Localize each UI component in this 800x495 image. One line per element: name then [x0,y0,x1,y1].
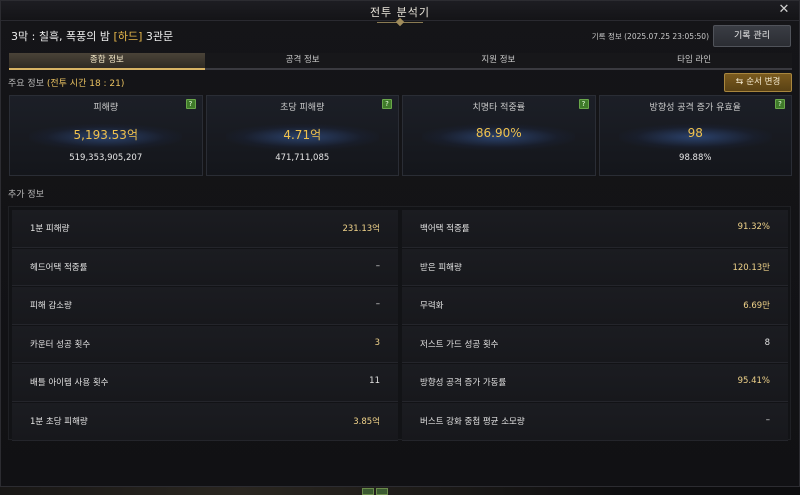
stat-value: – [765,414,770,425]
card-sub-value: 98.88% [679,153,712,163]
stat-label: 무력화 [420,301,444,312]
tab-overview[interactable]: 종합 정보 [9,53,205,70]
help-icon[interactable]: ? [382,99,392,109]
stat-row: 저스트 가드 성공 횟수 8 [402,325,788,364]
tab-attack[interactable]: 공격 정보 [204,53,401,70]
stat-value: 3 [374,337,380,348]
stat-row: 방향성 공격 증가 가동률 95.41% [402,364,788,402]
help-icon[interactable]: ? [578,99,589,109]
tab-bar: 종합 정보 공격 정보 지원 정보 타임 라인 [9,53,792,70]
stat-label: 피해 감소량 [30,301,72,312]
extra-info-grid: 1분 피해량 231.13억 백어택 적중률 91.32% 헤드어택 적중률 – 받은… [12,210,788,441]
stat-row: 버스트 강화 중첩 평균 소모량 – [402,402,788,441]
stat-row: 카운터 성공 횟수 3 [12,325,398,364]
stat-value: 3.85억 [353,416,380,427]
stat-value: 95.41% [737,376,770,387]
difficulty-label: [하드] [113,30,143,43]
stat-row: 1분 초당 피해량 3.85억 [12,402,398,441]
card-dps: 초당 피해량 ? 4.71억 471,711,085 [205,95,399,176]
stat-row: 무력화 6.69만 [402,287,788,325]
extra-info-label: 추가 정보 [8,190,44,200]
stat-row: 피해 감소량 – [12,287,398,325]
stat-value: 91.32% [737,222,770,232]
stat-row: 배틀 아이템 사용 횟수 11 [12,364,398,402]
stat-label: 헤드어택 적중률 [30,262,88,273]
battle-time: (전투 시간 18 : 21) [46,79,125,89]
stage-prefix: 3막 : 칠흑, 폭풍의 밤 [11,30,114,43]
title-bar[interactable]: 전투 분석기 ✕ [1,1,799,23]
tab-support[interactable]: 지원 정보 [400,53,597,70]
header-row: 3막 : 칠흑, 폭풍의 밤 [하드] 3관문 기록 정보 (2025.07.2… [1,21,799,51]
stat-row: 1분 피해량 231.13억 [12,210,398,248]
stat-value: – [375,299,380,310]
main-info-label: 주요 정보 [8,79,44,89]
stat-label: 1분 피해량 [30,224,70,234]
stat-value: 8 [764,337,770,348]
card-main-value: 98 [687,126,703,140]
stat-value: – [375,260,380,271]
card-caption: 치명타 적중률 [472,103,526,113]
indicator-icon [376,488,388,495]
summary-cards: 피해량 ? 5,193.53억 519,353,905,207 초당 피해량 ?… [9,95,792,176]
record-info: 기록 정보 (2025.07.25 23:05:50) [591,32,709,41]
main-info-heading: 주요 정보 (전투 시간 18 : 21) [8,76,124,89]
bottom-indicator-icons [362,488,388,495]
close-button[interactable]: ✕ [777,3,791,17]
stat-label: 배틀 아이템 사용 횟수 [30,378,109,389]
stat-value: 6.69만 [743,301,770,312]
card-main-value: 86.90% [475,126,522,140]
card-directional-efficiency: 방향성 공격 증가 유효율 ? 98 98.88% [598,95,792,176]
card-caption: 초당 피해량 [280,103,325,113]
extra-info-panel: 1분 피해량 231.13억 백어택 적중률 91.32% 헤드어택 적중률 – 받은… [8,206,791,441]
record-manage-button[interactable]: 기록 관리 [713,25,791,47]
card-crit-rate: 치명타 적중률 ? 86.90% [402,95,596,176]
stat-label: 받은 피해량 [420,262,462,273]
stat-label: 저스트 가드 성공 횟수 [420,339,499,350]
stat-value: 231.13억 [342,224,380,234]
card-damage: 피해량 ? 5,193.53억 519,353,905,207 [9,95,203,176]
card-main-value: 5,193.53억 [73,128,138,142]
card-sub-value: 471,711,085 [275,153,330,163]
indicator-icon [362,488,374,495]
stage-title: 3막 : 칠흑, 폭풍의 밤 [하드] 3관문 [11,28,173,44]
stat-label: 1분 초당 피해량 [30,416,88,427]
stat-row: 백어택 적중률 91.32% [402,210,788,248]
order-change-button[interactable]: ⇆ 순서 변경 [724,73,792,92]
stat-label: 버스트 강화 중첩 평균 소모량 [420,416,525,427]
stat-label: 카운터 성공 횟수 [30,339,91,350]
help-icon[interactable]: ? [775,99,785,109]
stat-label: 방향성 공격 증가 가동률 [420,378,507,389]
stage-suffix: 3관문 [142,30,174,43]
card-caption: 피해량 [93,103,119,113]
order-change-label: 순서 변경 [746,77,781,87]
stat-row: 헤드어택 적중률 – [12,248,398,287]
tab-timeline[interactable]: 타임 라인 [596,53,792,70]
stat-value: 120.13만 [732,262,770,273]
help-icon[interactable]: ? [185,99,196,109]
stat-value: 11 [369,376,380,387]
card-caption: 방향성 공격 증가 유효율 [649,103,741,113]
swap-icon: ⇆ [735,77,744,87]
stat-row: 받은 피해량 120.13만 [402,248,788,287]
stat-label: 백어택 적중률 [420,224,470,234]
card-main-value: 4.71억 [283,128,322,142]
card-sub-value: 519,353,905,207 [69,153,143,163]
